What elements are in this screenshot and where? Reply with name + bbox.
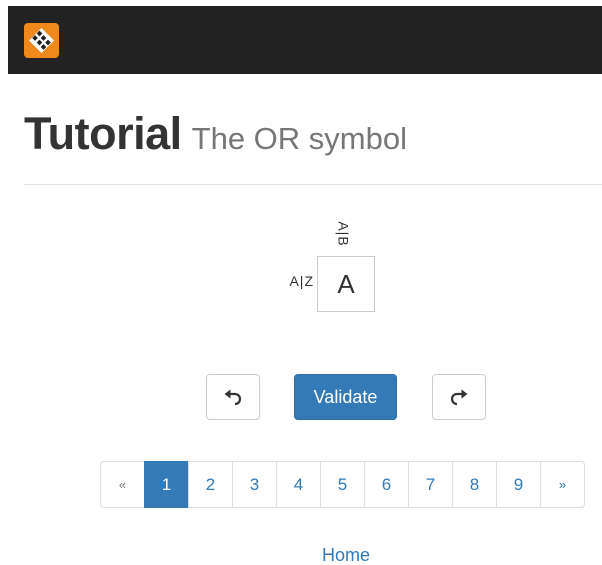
validate-button[interactable]: Validate [294, 374, 397, 420]
page-link-8[interactable]: 8 [452, 461, 497, 508]
page-subtitle: The OR symbol [191, 121, 407, 156]
page-link-4[interactable]: 4 [276, 461, 321, 508]
undo-button[interactable] [206, 374, 260, 420]
brand-logo[interactable] [24, 23, 59, 58]
pagination: « 1 2 3 4 5 6 7 8 9 » [100, 461, 585, 508]
page-link-7[interactable]: 7 [408, 461, 453, 508]
column-clue: A|B [333, 218, 355, 250]
home-link[interactable]: Home [0, 545, 602, 565]
page-link-1[interactable]: 1 [144, 461, 189, 508]
row-clue: A|Z [289, 273, 314, 289]
page-link-6[interactable]: 6 [364, 461, 409, 508]
puzzle-diamond-logo-icon [29, 28, 54, 53]
header-divider [24, 184, 602, 185]
column-clue-text: A|B [336, 221, 352, 247]
page-title: Tutorial [24, 108, 182, 159]
redo-icon [450, 389, 468, 406]
page-header: Tutorial The OR symbol [24, 108, 602, 160]
page-link-9[interactable]: 9 [496, 461, 541, 508]
page-link-2[interactable]: 2 [188, 461, 233, 508]
pagination-next[interactable]: » [540, 461, 585, 508]
undo-icon [224, 389, 242, 406]
redo-button[interactable] [432, 374, 486, 420]
page-link-5[interactable]: 5 [320, 461, 365, 508]
top-navbar [8, 6, 602, 74]
puzzle-cell[interactable]: A [317, 256, 375, 312]
pagination-prev[interactable]: « [100, 461, 145, 508]
page-link-3[interactable]: 3 [232, 461, 277, 508]
